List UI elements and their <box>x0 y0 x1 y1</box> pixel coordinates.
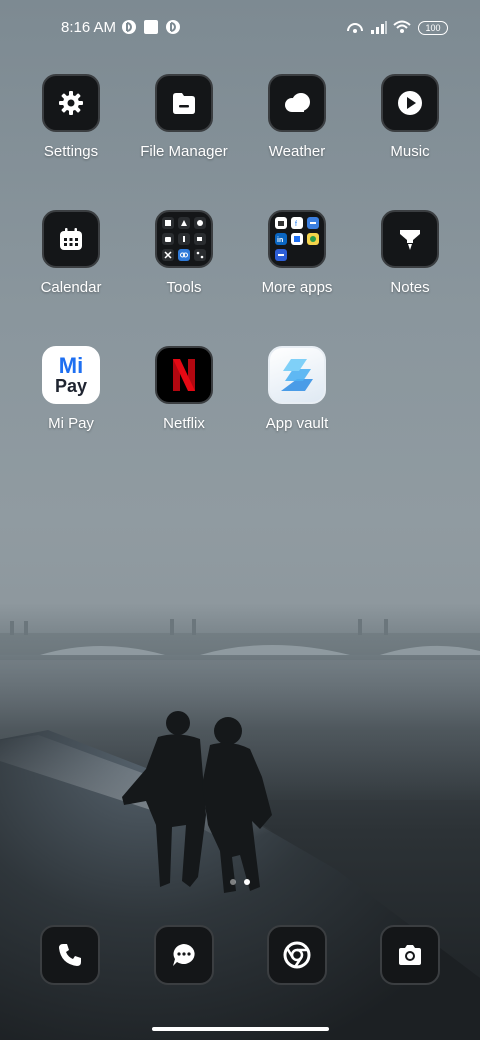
mini-app-icon <box>194 217 206 229</box>
app-vault-tile <box>268 346 326 404</box>
notes-icon <box>400 230 420 250</box>
app-calendar[interactable]: Calendar <box>16 210 126 296</box>
wifi-icon <box>392 19 412 40</box>
app-label: Mi Pay <box>48 415 94 432</box>
weather-tile <box>268 74 326 132</box>
cloud-icon <box>285 93 310 112</box>
app-label: Calendar <box>40 279 102 296</box>
battery-indicator: 100 <box>418 21 448 35</box>
app-file-manager[interactable]: File Manager <box>129 74 239 160</box>
chrome-icon <box>283 941 311 969</box>
mini-app-icon <box>178 217 190 229</box>
app-label: Notes <box>390 279 430 296</box>
app-notes[interactable]: Notes <box>355 210 465 296</box>
mini-app-icon <box>275 249 287 261</box>
mini-app-icon <box>162 233 174 245</box>
gear-icon <box>59 91 83 115</box>
app-label: More apps <box>261 279 333 296</box>
empty-slot <box>291 249 303 261</box>
app-label: Tools <box>166 279 202 296</box>
app-label: File Manager <box>140 143 228 160</box>
notification-app-icon <box>121 19 137 40</box>
folder-icon <box>173 93 195 114</box>
app-label: App vault <box>265 415 329 432</box>
app-app-vault[interactable]: App vault <box>242 346 352 432</box>
mi-pay-tile: Mi Pay <box>42 346 100 404</box>
app-settings[interactable]: Settings <box>16 74 126 160</box>
notes-tile <box>381 210 439 268</box>
calendar-tile <box>42 210 100 268</box>
app-mi-pay[interactable]: Mi Pay Mi Pay <box>16 346 126 432</box>
calendar-icon <box>60 228 82 250</box>
page-dot-1[interactable] <box>230 879 236 885</box>
netflix-logo <box>173 359 195 391</box>
app-music[interactable]: Music <box>355 74 465 160</box>
mini-app-icon: in <box>275 233 287 245</box>
mini-app-icon <box>194 233 206 245</box>
svg-text:in: in <box>277 237 283 243</box>
file-manager-tile <box>155 74 213 132</box>
dock-messages[interactable] <box>129 925 239 985</box>
signal-icon <box>370 19 388 40</box>
bridge-silhouette <box>0 619 480 655</box>
page-indicator <box>0 879 480 889</box>
mini-app-icon <box>162 217 174 229</box>
app-label: Settings <box>43 143 99 160</box>
more-apps-folder-tile: f in <box>268 210 326 268</box>
app-label: Weather <box>268 143 326 160</box>
page-dot-2-active[interactable] <box>244 879 250 885</box>
gesture-home-bar[interactable] <box>152 1027 329 1031</box>
dock-chrome[interactable] <box>242 925 352 985</box>
notification-app-icon-2 <box>165 19 181 40</box>
app-label: Netflix <box>163 415 205 432</box>
mini-app-icon <box>307 217 319 229</box>
dock-camera[interactable] <box>355 925 465 985</box>
mini-app-icon <box>178 249 190 261</box>
app-vault-icon <box>281 359 313 391</box>
messages-tile <box>154 925 214 985</box>
mini-app-icon <box>307 233 319 245</box>
settings-tile <box>42 74 100 132</box>
play-icon <box>398 91 422 115</box>
netflix-tile <box>155 346 213 404</box>
camera-icon <box>399 945 421 965</box>
folder-tools[interactable]: Tools <box>129 210 239 296</box>
phone-icon <box>59 944 81 966</box>
chrome-tile <box>267 925 327 985</box>
music-tile <box>381 74 439 132</box>
camera-tile <box>380 925 440 985</box>
mi-pay-logo-top: Mi <box>58 353 84 378</box>
clock: 8:16 AM <box>61 19 117 36</box>
empty-slot <box>307 249 319 261</box>
sync-icon <box>346 19 364 40</box>
dock-phone[interactable] <box>15 925 125 985</box>
tools-folder-tile <box>155 210 213 268</box>
app-label: Music <box>390 143 430 160</box>
status-bar: 8:16 AM 100 <box>0 14 480 42</box>
mini-app-icon <box>162 249 174 261</box>
couple-silhouette <box>122 711 272 893</box>
app-weather[interactable]: Weather <box>242 74 352 160</box>
mini-app-icon: f <box>291 217 303 229</box>
folder-grid-icon: f in <box>275 217 319 261</box>
app-netflix[interactable]: Netflix <box>129 346 239 432</box>
notification-square-icon <box>143 19 159 40</box>
mini-app-icon <box>291 233 303 245</box>
folder-grid-icon <box>162 217 206 261</box>
mini-app-icon <box>178 233 190 245</box>
svg-text:f: f <box>295 221 297 227</box>
folder-more-apps[interactable]: f in More apps <box>242 210 352 296</box>
mini-app-icon <box>194 249 206 261</box>
phone-tile <box>40 925 100 985</box>
mini-app-icon <box>275 217 287 229</box>
mi-pay-logo-bottom: Pay <box>54 376 88 396</box>
chat-icon <box>173 944 195 966</box>
mi-pay-logo: Mi Pay <box>54 353 88 396</box>
